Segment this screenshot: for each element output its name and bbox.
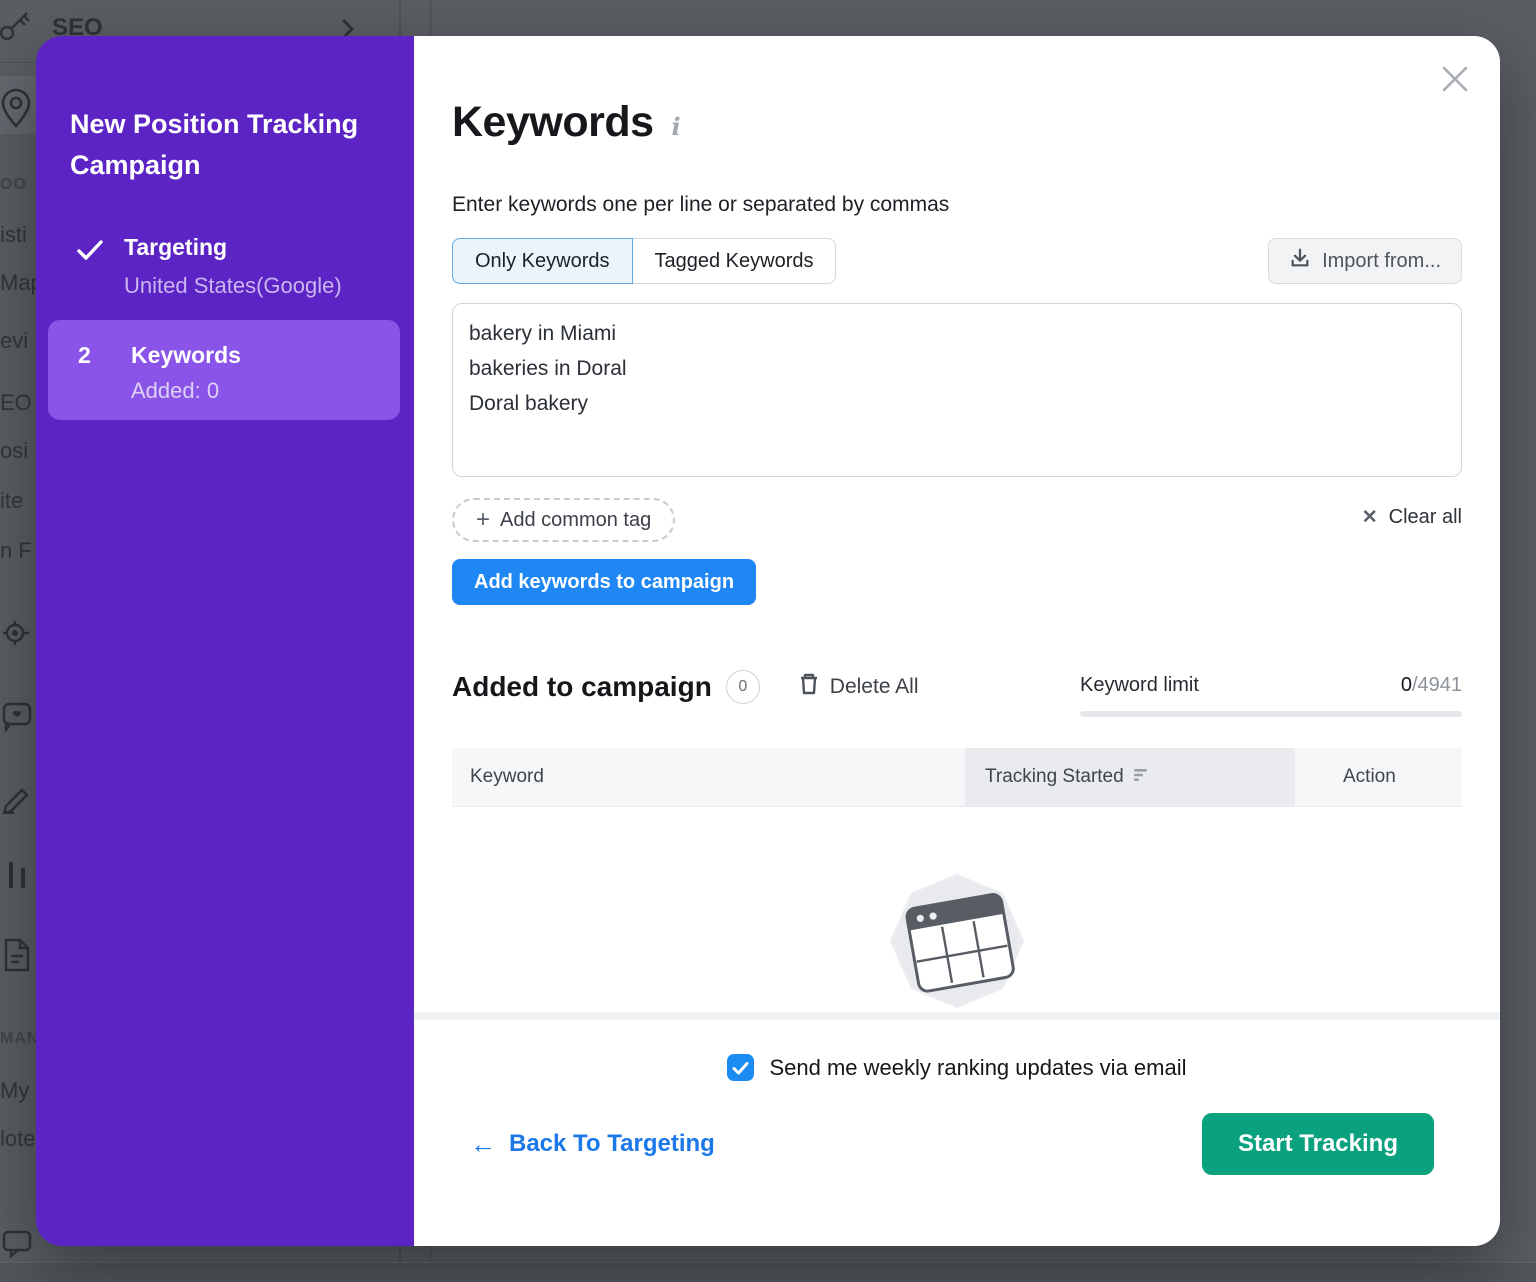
added-to-campaign-title: Added to campaign <box>452 671 712 703</box>
empty-table-illustration <box>414 866 1500 1021</box>
plus-icon: + <box>476 506 490 534</box>
email-updates-label: Send me weekly ranking updates via email <box>769 1055 1186 1081</box>
column-header-tracking-started[interactable]: Tracking Started <box>965 748 1295 806</box>
step-keywords-subtitle: Added: 0 <box>131 378 219 404</box>
footer-divider <box>414 1012 1500 1020</box>
keyword-limit-value: 0/4941 <box>1401 674 1462 697</box>
step-keywords-number: 2 <box>78 342 91 369</box>
crosshair-icon <box>2 618 32 648</box>
clear-all-label: Clear all <box>1389 506 1462 529</box>
column-header-keyword: Keyword <box>452 748 965 806</box>
keyword-limit-progressbar <box>1080 711 1462 717</box>
chat-bubble-icon <box>2 1228 32 1260</box>
close-icon[interactable] <box>1436 60 1474 98</box>
background-nav-fragment: isti <box>0 222 27 248</box>
check-icon <box>76 238 104 267</box>
background-nav-fragment: lote <box>0 1126 35 1152</box>
step-targeting-label: Targeting <box>124 234 342 261</box>
background-nav-fragment: n F <box>0 538 32 564</box>
tab-only-keywords[interactable]: Only Keywords <box>452 238 633 284</box>
keywords-step-panel: Keywords i Enter keywords one per line o… <box>414 36 1500 1246</box>
keyword-limit-block: Keyword limit 0/4941 <box>1080 674 1462 717</box>
document-icon <box>2 938 32 972</box>
sort-icon <box>1134 766 1150 788</box>
wizard-step-targeting[interactable]: Targeting United States(Google) <box>76 234 342 299</box>
email-updates-checkbox[interactable] <box>727 1054 754 1081</box>
add-common-tag-button[interactable]: + Add common tag <box>452 498 675 542</box>
added-count-badge: 0 <box>726 670 760 704</box>
keyword-limit-label: Keyword limit <box>1080 674 1199 697</box>
start-tracking-button[interactable]: Start Tracking <box>1202 1113 1434 1175</box>
back-to-targeting-link[interactable]: ← Back To Targeting <box>470 1129 715 1160</box>
keywords-input[interactable]: bakery in Miami bakeries in Doral Doral … <box>452 303 1462 477</box>
add-common-tag-label: Add common tag <box>500 509 651 532</box>
keywords-table-header: Keyword Tracking Started Action <box>452 748 1462 807</box>
new-position-tracking-modal: New Position Tracking Campaign Targeting… <box>36 36 1500 1246</box>
wizard-sidebar: New Position Tracking Campaign Targeting… <box>36 36 414 1246</box>
trash-icon <box>798 672 820 702</box>
download-icon <box>1289 247 1311 275</box>
keyword-limit-total: /4941 <box>1412 674 1462 696</box>
background-nav-fragment: evi <box>0 328 28 354</box>
page-title: Keywords <box>452 98 654 147</box>
key-icon <box>0 6 32 42</box>
wizard-title: New Position Tracking Campaign <box>70 104 380 186</box>
delete-all-button[interactable]: Delete All <box>798 672 919 702</box>
back-to-targeting-label: Back To Targeting <box>509 1130 715 1158</box>
clear-x-icon: ✕ <box>1362 506 1378 529</box>
arrow-left-icon: ← <box>470 1129 496 1160</box>
background-nav-fragment: EO <box>0 390 32 416</box>
import-from-label: Import from... <box>1322 250 1441 273</box>
pencil-icon <box>2 784 32 814</box>
add-keywords-to-campaign-button[interactable]: Add keywords to campaign <box>452 559 756 605</box>
clear-all-button[interactable]: ✕ Clear all <box>1362 506 1462 529</box>
column-header-action: Action <box>1295 748 1462 806</box>
background-nav-fragment: osi <box>0 438 28 464</box>
delete-all-label: Delete All <box>830 675 919 699</box>
keyword-limit-used: 0 <box>1401 674 1412 696</box>
tracking-started-label: Tracking Started <box>985 766 1124 788</box>
background-section-fragment: MAN <box>0 1030 39 1048</box>
review-chat-icon <box>2 700 32 732</box>
step-targeting-subtitle: United States(Google) <box>124 273 342 299</box>
background-section-fragment: OO <box>0 176 27 194</box>
tab-tagged-keywords[interactable]: Tagged Keywords <box>633 238 837 284</box>
wizard-step-keywords[interactable]: 2 Keywords Added: 0 <box>48 320 400 420</box>
keywords-instruction: Enter keywords one per line or separated… <box>452 193 949 217</box>
keywords-mode-tabs: Only Keywords Tagged Keywords <box>452 238 836 284</box>
import-from-button[interactable]: Import from... <box>1268 238 1462 284</box>
info-icon[interactable]: i <box>672 112 681 141</box>
step-keywords-label: Keywords <box>131 342 241 369</box>
background-bottom-band <box>0 1262 1536 1282</box>
background-nav-fragment: ite <box>0 488 23 514</box>
map-pin-icon <box>0 86 32 130</box>
bars-icon <box>6 858 32 892</box>
